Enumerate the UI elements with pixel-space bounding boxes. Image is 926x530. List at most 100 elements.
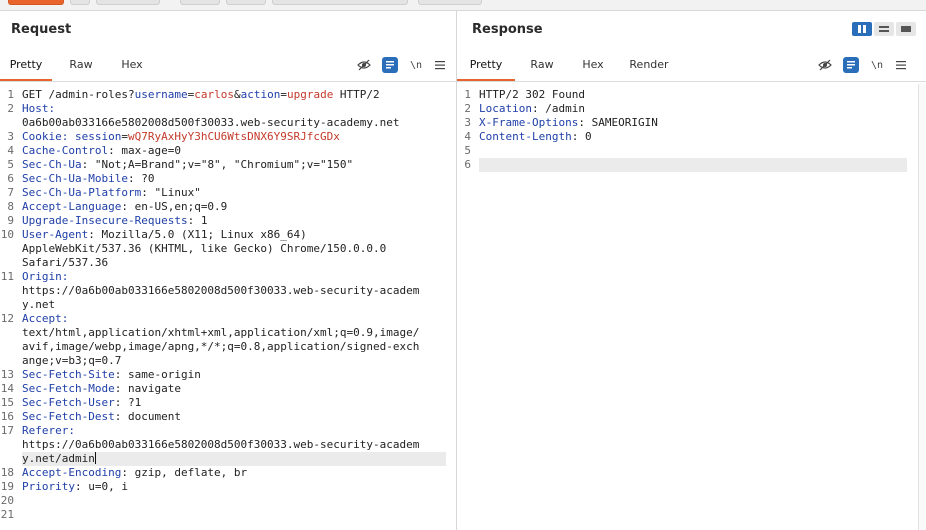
code-line[interactable]: y.net/admin xyxy=(22,452,96,466)
code-line[interactable]: 0a6b00ab033166e5802008d500f30033.web-sec… xyxy=(22,116,400,130)
response-tab-pretty[interactable]: Pretty xyxy=(457,53,515,81)
line-number: 8 xyxy=(7,200,14,213)
code-line[interactable]: Sec-Ch-Ua: "Not;A=Brand";v="8", "Chromiu… xyxy=(22,158,353,172)
request-title: Request xyxy=(11,22,72,37)
code-line[interactable]: Host: xyxy=(22,102,55,116)
code-token: Accept-Language xyxy=(22,200,122,213)
newline-toggle[interactable]: \n xyxy=(869,57,885,73)
line-number: 10 xyxy=(0,228,14,241)
layout-stacked-icon[interactable] xyxy=(874,22,894,36)
code-line[interactable]: ange;v=b3;q=0.7 xyxy=(22,354,121,368)
code-line[interactable]: Accept-Encoding: gzip, deflate, br xyxy=(22,466,247,480)
current-line-highlight xyxy=(479,158,907,172)
line-number: 15 xyxy=(0,396,14,409)
code-token: : /admin xyxy=(531,102,585,115)
code-line[interactable]: y.net xyxy=(22,298,55,312)
request-editor[interactable]: 1 2 3 4 5 6 7 8 9 10 11 12 13 14 15 16 17 18 19 20 21 GET /a… xyxy=(0,84,456,530)
code-token: : 1 xyxy=(187,214,208,227)
code-token: : SAMEORIGIN xyxy=(578,116,658,129)
toolbar-button-edge[interactable] xyxy=(180,0,220,5)
response-tab-render[interactable]: Render xyxy=(621,53,677,79)
toolbar-button-edge[interactable] xyxy=(96,0,160,5)
send-button-edge[interactable] xyxy=(8,0,64,5)
layout-side-by-side-icon[interactable] xyxy=(852,22,872,36)
code-token: https://0a6b00ab033166e5802008d500f30033… xyxy=(22,284,420,297)
hide-nonprinting-icon[interactable] xyxy=(356,57,372,73)
response-title: Response xyxy=(472,22,543,37)
request-tab-raw[interactable]: Raw xyxy=(56,53,106,79)
code-line[interactable]: Location: /admin xyxy=(479,102,585,116)
top-toolbar-strip xyxy=(0,0,926,11)
code-line[interactable]: Sec-Fetch-Mode: navigate xyxy=(22,382,181,396)
code-line[interactable]: Content-Length: 0 xyxy=(479,130,592,144)
code-line[interactable]: Referer: xyxy=(22,424,75,438)
code-line[interactable]: avif,image/webp,image/apng,*/*;q=0.8,app… xyxy=(22,340,419,354)
code-line[interactable]: Sec-Fetch-User: ?1 xyxy=(22,396,141,410)
code-token: Sec-Fetch-Mode xyxy=(22,382,115,395)
code-line[interactable]: Accept-Language: en-US,en;q=0.9 xyxy=(22,200,227,214)
code-line[interactable]: Cache-Control: max-age=0 xyxy=(22,144,181,158)
code-line[interactable]: Origin: xyxy=(22,270,68,284)
code-token: Accept: xyxy=(22,312,69,325)
code-token: X-Frame-Options xyxy=(479,116,579,129)
code-line[interactable]: X-Frame-Options: SAMEORIGIN xyxy=(479,116,658,130)
code-line[interactable]: text/html,application/xhtml+xml,applicat… xyxy=(22,326,419,340)
line-number: 4 xyxy=(7,144,14,157)
code-token: session xyxy=(74,130,122,143)
code-token: carlos xyxy=(194,88,234,101)
code-line[interactable]: Accept: xyxy=(22,312,68,326)
line-number: 1 xyxy=(464,88,471,101)
code-token: User-Agent xyxy=(22,228,89,241)
code-token: : ?0 xyxy=(127,172,155,185)
code-line[interactable]: Sec-Fetch-Site: same-origin xyxy=(22,368,201,382)
toolbar-button-edge[interactable] xyxy=(272,0,408,5)
layout-tabbed-icon[interactable] xyxy=(896,22,916,36)
code-line[interactable]: Priority: u=0, i xyxy=(22,480,128,494)
response-editor[interactable]: 123456 HTTP/2 302 Found Location: /admin X… xyxy=(457,84,926,530)
code-line[interactable]: HTTP/2 302 Found xyxy=(479,88,585,102)
toolbar-button-edge[interactable] xyxy=(418,0,482,5)
menu-icon[interactable] xyxy=(432,57,448,73)
code-token: upgrade xyxy=(286,88,334,101)
response-tab-hex[interactable]: Hex xyxy=(569,53,617,79)
code-line[interactable]: https://0a6b00ab033166e5802008d500f30033… xyxy=(22,438,419,452)
line-number: 9 xyxy=(7,214,14,227)
code-token: : 0 xyxy=(571,130,592,143)
code-line[interactable]: AppleWebKit/537.36 (KHTML, like Gecko) C… xyxy=(22,242,386,256)
toolbar-button-edge[interactable] xyxy=(226,0,266,5)
code-token: action xyxy=(240,88,281,101)
hide-nonprinting-icon[interactable] xyxy=(817,57,833,73)
request-tab-hex[interactable]: Hex xyxy=(108,53,156,79)
pretty-print-icon[interactable] xyxy=(843,57,859,73)
response-scrollbar[interactable] xyxy=(918,84,926,530)
response-tab-raw[interactable]: Raw xyxy=(517,53,567,79)
toolbar-button-edge[interactable] xyxy=(70,0,90,5)
request-pane: Request Pretty Raw Hex \n 1 2 3 4 5 6 7 8 9 10 11 1… xyxy=(0,11,457,530)
pretty-print-icon[interactable] xyxy=(382,57,398,73)
code-token: : ?1 xyxy=(114,396,142,409)
code-token: wQ7RyAxHyY3hCU6WtsDNX6Y9SRJfcGDx xyxy=(127,130,340,143)
line-number: 3 xyxy=(464,116,471,129)
code-token: 0a6b00ab033166e5802008d500f30033.web-sec… xyxy=(22,116,400,129)
code-line[interactable]: GET /admin-roles?username=carlos&action=… xyxy=(22,88,380,102)
code-line[interactable]: Sec-Ch-Ua-Platform: "Linux" xyxy=(22,186,201,200)
code-line[interactable]: Safari/537.36 xyxy=(22,256,108,270)
line-number: 17 xyxy=(0,424,14,437)
code-token: y.net xyxy=(22,298,56,311)
line-number: 3 xyxy=(7,130,14,143)
newline-toggle[interactable]: \n xyxy=(408,57,424,73)
request-tab-pretty[interactable]: Pretty xyxy=(0,53,52,81)
line-number: 5 xyxy=(464,144,471,157)
code-line[interactable]: Upgrade-Insecure-Requests: 1 xyxy=(22,214,207,228)
code-line[interactable]: Cookie: session=wQ7RyAxHyY3hCU6WtsDNX6Y9… xyxy=(22,130,340,144)
line-number: 12 xyxy=(0,312,14,325)
code-line[interactable]: Sec-Ch-Ua-Mobile: ?0 xyxy=(22,172,154,186)
code-line[interactable]: Sec-Fetch-Dest: document xyxy=(22,410,181,424)
code-token: : en-US,en;q=0.9 xyxy=(121,200,228,213)
code-token: : "Linux" xyxy=(141,186,201,199)
code-token: = xyxy=(280,88,287,101)
code-token: https://0a6b00ab033166e5802008d500f30033… xyxy=(22,438,420,451)
code-line[interactable]: User-Agent: Mozilla/5.0 (X11; Linux x86_… xyxy=(22,228,307,242)
code-line[interactable]: https://0a6b00ab033166e5802008d500f30033… xyxy=(22,284,419,298)
menu-icon[interactable] xyxy=(893,57,909,73)
